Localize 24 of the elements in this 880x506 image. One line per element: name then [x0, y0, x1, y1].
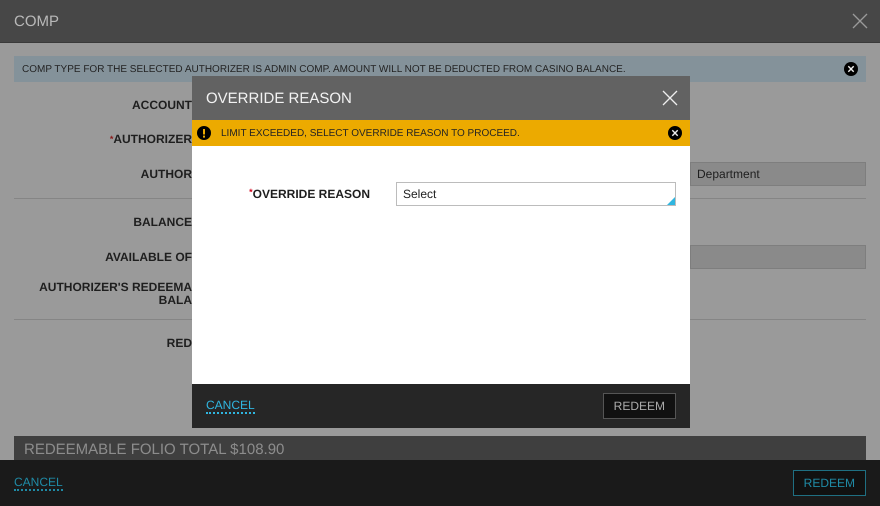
cancel-link[interactable]: CANCEL: [206, 398, 255, 414]
close-icon[interactable]: [668, 126, 682, 140]
dialog-title: OVERRIDE REASON: [206, 90, 352, 106]
field-label: AUTHORIZER'S REDEEMA BALA: [38, 281, 192, 307]
field-label: BALANCE: [132, 216, 192, 228]
warning-icon: [197, 126, 211, 140]
field-label: AVAILABLE OF: [104, 250, 192, 264]
banner-text: COMP TYPE FOR THE SELECTED AUTHORIZER IS ADMIN COMP. AMOUNT WILL NOT BE DEDUCTED FROM CASINO BALANCE.: [22, 64, 626, 74]
input-field[interactable]: [690, 245, 866, 269]
redeem-button[interactable]: REDEEM: [792, 470, 866, 496]
field-label: *AUTHORIZER: [108, 132, 192, 146]
corner-triangle-icon: [667, 197, 675, 205]
field-label: AUTHOR: [140, 168, 192, 180]
cancel-link[interactable]: CANCEL: [14, 475, 63, 491]
input-field[interactable]: Department: [690, 162, 866, 186]
redeem-button[interactable]: REDEEM: [602, 393, 676, 419]
override-reason-select[interactable]: Select: [396, 182, 676, 206]
close-icon[interactable]: [844, 62, 858, 76]
field-label: ACCOUNT: [131, 98, 192, 112]
field-label: *OVERRIDE REASON: [248, 186, 370, 201]
window-title: COMP: [14, 12, 59, 30]
folio-total: REDEEMABLE FOLIO TOTAL $108.90: [24, 440, 284, 460]
field-label: RED: [166, 336, 192, 350]
warning-text: LIMIT EXCEEDED, SELECT OVERRIDE REASON TO PROCEED.: [221, 128, 521, 138]
